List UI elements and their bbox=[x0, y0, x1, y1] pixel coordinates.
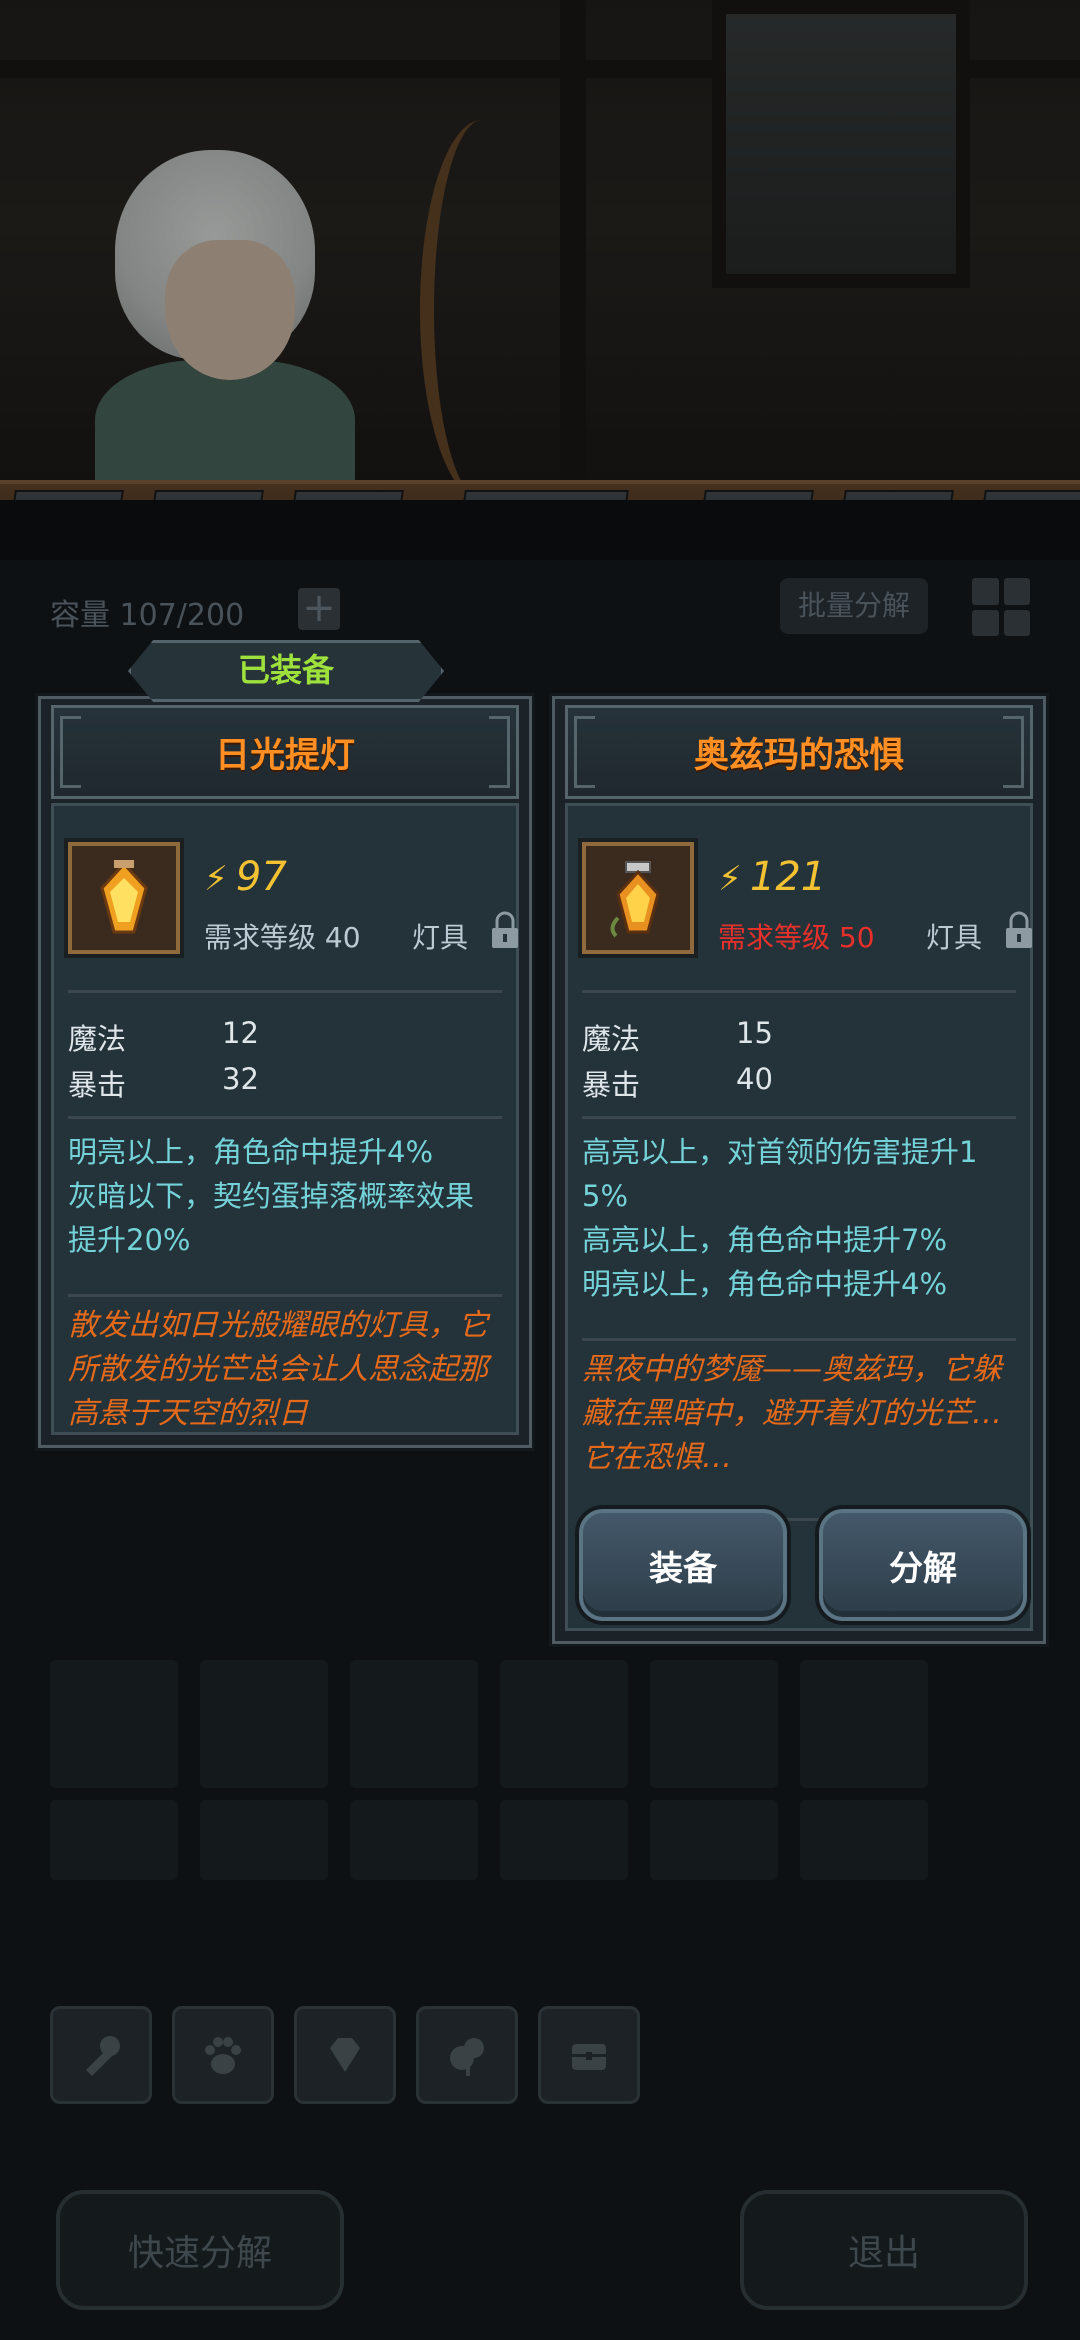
grid-view-icon[interactable] bbox=[972, 578, 1030, 636]
level-requirement: 需求等级 50 bbox=[718, 921, 875, 954]
quick-dismantle-button[interactable]: 快速分解 bbox=[56, 2190, 344, 2310]
add-capacity-button[interactable]: + bbox=[298, 588, 340, 630]
gem-icon[interactable] bbox=[294, 2006, 396, 2104]
exit-button[interactable]: 退出 bbox=[740, 2190, 1028, 2310]
stat-label: 暴击 bbox=[68, 1068, 127, 1102]
stat-value: 12 bbox=[222, 1016, 259, 1050]
dismantle-button[interactable]: 分解 bbox=[819, 1509, 1027, 1621]
tool-icon[interactable] bbox=[50, 2006, 152, 2104]
flavor-text: 黑夜中的梦魇——奥兹玛，它躲藏在黑暗中，避开着灯的光芒…它在恐惧… bbox=[582, 1352, 1002, 1475]
leaf-icon[interactable] bbox=[416, 2006, 518, 2104]
level-requirement: 需求等级 40 bbox=[204, 921, 361, 954]
power-value: ⚡ 97 bbox=[204, 854, 287, 900]
effect-list: 高亮以上，对首领的伤害提升15% 高亮以上，角色命中提升7% 明亮以上，角色命中… bbox=[582, 1130, 1016, 1306]
lantern-icon[interactable] bbox=[582, 842, 694, 954]
item-type: 灯具 bbox=[412, 921, 469, 954]
stat-label: 魔法 bbox=[582, 1022, 641, 1056]
lock-icon[interactable] bbox=[490, 910, 520, 950]
equip-button[interactable]: 装备 bbox=[579, 1509, 787, 1621]
effect-line: 高亮以上，对首领的伤害提升15% bbox=[582, 1135, 978, 1213]
stat-value: 32 bbox=[222, 1062, 259, 1096]
equipped-tag: 已装备 bbox=[128, 640, 444, 702]
batch-dismantle-button[interactable]: 批量分解 bbox=[780, 578, 928, 634]
item-title: 奥兹玛的恐惧 bbox=[565, 705, 1033, 799]
lantern-icon[interactable] bbox=[68, 842, 180, 954]
stat-label: 暴击 bbox=[582, 1068, 641, 1102]
stat-value: 15 bbox=[736, 1016, 773, 1050]
effect-line: 高亮以上，角色命中提升7% bbox=[582, 1223, 948, 1257]
item-details: ⚡ 121 需求等级 50 灯具 魔法 15 暴击 40 高亮以上，对首领的伤害提… bbox=[565, 803, 1033, 1631]
stat-value: 40 bbox=[736, 1062, 773, 1096]
power-value: ⚡ 121 bbox=[718, 854, 827, 900]
stat-label: 魔法 bbox=[68, 1022, 127, 1056]
chest-icon[interactable] bbox=[538, 2006, 640, 2104]
paw-icon[interactable] bbox=[172, 2006, 274, 2104]
effect-line: 明亮以上，角色命中提升4% bbox=[582, 1267, 948, 1301]
compare-item-card: 奥兹玛的恐惧 ⚡ 121 需求等级 50 灯具 魔法 15 暴击 40 高亮以上，… bbox=[552, 696, 1046, 1644]
capacity-label: 容量 107/200 bbox=[50, 598, 245, 633]
flavor-text: 散发出如日光般耀眼的灯具，它所散发的光芒总会让人思念起那高悬于天空的烈日 bbox=[68, 1308, 488, 1431]
item-details: ⚡ 97 需求等级 40 灯具 魔法 12 暴击 32 明亮以上，角色命中提升4%… bbox=[51, 803, 519, 1435]
item-type: 灯具 bbox=[926, 921, 983, 954]
item-title: 日光提灯 bbox=[51, 705, 519, 799]
equipped-item-card: 日光提灯 ⚡ 97 需求等级 40 灯具 魔法 12 暴击 32 明亮以上，角色命… bbox=[38, 696, 532, 1448]
effect-list: 明亮以上，角色命中提升4% 灰暗以下，契约蛋掉落概率效果提升20% bbox=[68, 1130, 502, 1262]
effect-line: 明亮以上，角色命中提升4% bbox=[68, 1135, 434, 1169]
effect-line: 灰暗以下，契约蛋掉落概率效果提升20% bbox=[68, 1179, 475, 1257]
lock-icon[interactable] bbox=[1004, 910, 1034, 950]
